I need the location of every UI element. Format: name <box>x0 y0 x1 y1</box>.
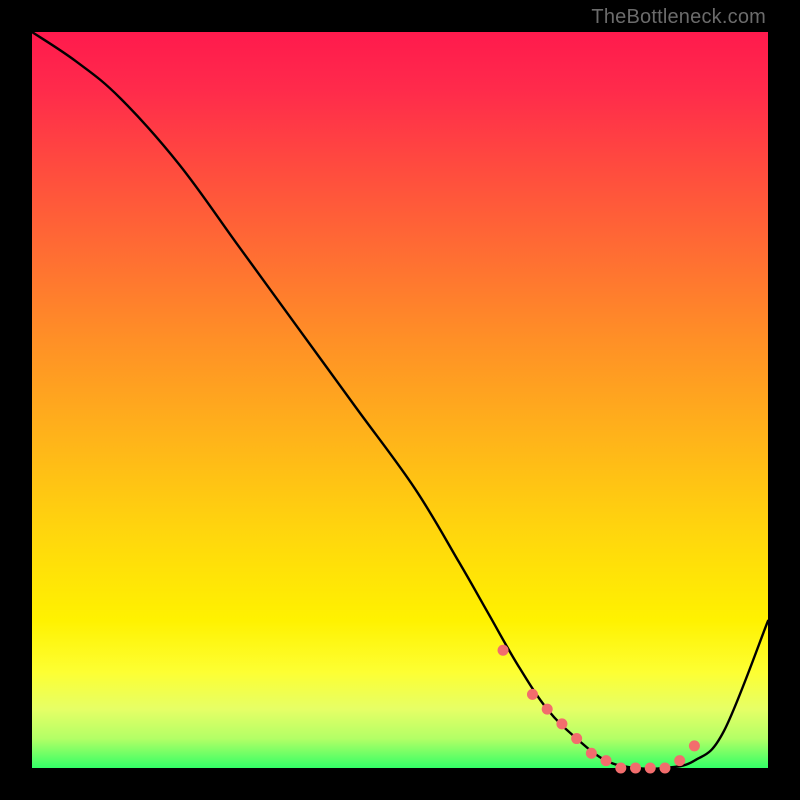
marker-point <box>498 645 509 656</box>
marker-point <box>659 763 670 774</box>
marker-point <box>615 763 626 774</box>
marker-point <box>556 718 567 729</box>
marker-point <box>601 755 612 766</box>
marker-point <box>586 748 597 759</box>
marker-point <box>689 740 700 751</box>
marker-point <box>542 704 553 715</box>
marker-point <box>571 733 582 744</box>
plot-area <box>32 32 768 768</box>
chart-frame: TheBottleneck.com <box>0 0 800 800</box>
attribution-label: TheBottleneck.com <box>591 6 766 29</box>
marker-point <box>630 763 641 774</box>
bottleneck-curve <box>32 32 768 769</box>
curve-svg <box>32 32 768 768</box>
highlight-markers <box>498 645 700 774</box>
marker-point <box>674 755 685 766</box>
marker-point <box>645 763 656 774</box>
marker-point <box>527 689 538 700</box>
